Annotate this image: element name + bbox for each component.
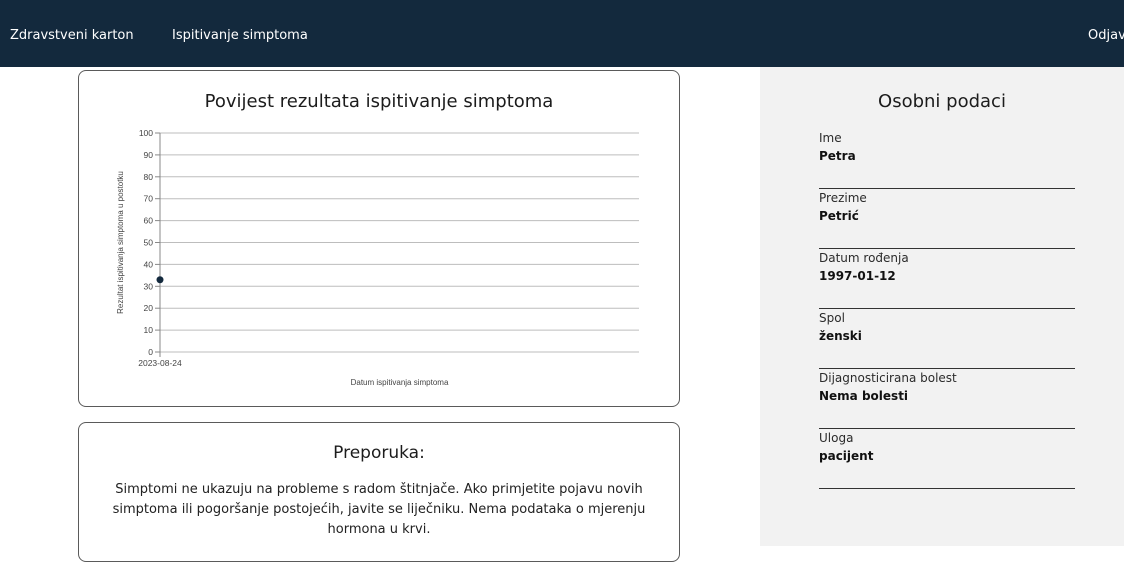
recommendation-title: Preporuka: — [333, 443, 425, 463]
x-tick-label: 2023-08-24 — [138, 358, 182, 368]
field-value: 1997-01-12 — [819, 269, 896, 283]
y-tick-label: 60 — [144, 216, 154, 226]
data-point — [156, 276, 164, 284]
field-label: Datum rođenja — [819, 251, 909, 265]
recommendation-card: Preporuka: Simptomi ne ukazuju na proble… — [78, 422, 680, 562]
chart-card: Povijest rezultata ispitivanje simptoma … — [78, 70, 680, 407]
nav-symptom-test-link[interactable]: Ispitivanje simptoma — [172, 28, 308, 43]
symptom-results-chart: 0 10 20 30 40 50 60 70 80 90 100 2023-08-24 Datum is… — [116, 128, 639, 387]
field-birth-date: Datum rođenja 1997-01-12 — [819, 251, 1075, 309]
y-tick-label: 100 — [139, 128, 153, 138]
field-diagnosed-disease: Dijagnosticirana bolest Nema bolesti — [819, 371, 1075, 429]
field-value: pacijent — [819, 449, 874, 463]
field-sex: Spol ženski — [819, 311, 1075, 369]
y-tick-label: 10 — [144, 325, 154, 335]
personal-info-title: Osobni podaci — [878, 91, 1006, 112]
y-tick-label: 50 — [144, 238, 154, 248]
field-label: Dijagnosticirana bolest — [819, 371, 957, 385]
y-tick-label: 0 — [148, 347, 153, 357]
field-role: Uloga pacijent — [819, 431, 1075, 489]
field-label: Uloga — [819, 431, 854, 445]
field-first-name: Ime Petra — [819, 131, 1075, 189]
field-value: Petrić — [819, 209, 859, 223]
top-navbar: Zdravstveni karton Ispitivanje simptoma … — [0, 0, 1124, 67]
nav-health-record-link[interactable]: Zdravstveni karton — [10, 28, 134, 43]
y-tick-label: 70 — [144, 194, 154, 204]
y-tick-label: 40 — [144, 259, 154, 269]
recommendation-text: Simptomi ne ukazuju na probleme s radom … — [112, 482, 646, 537]
field-value: Nema bolesti — [819, 389, 909, 403]
field-label: Prezime — [819, 191, 867, 205]
main-content: Povijest rezultata ispitivanje simptoma … — [0, 67, 760, 562]
y-tick-label: 30 — [144, 281, 154, 291]
x-axis-title: Datum ispitivanja simptoma — [351, 378, 449, 387]
field-last-name: Prezime Petrić — [819, 191, 1075, 249]
y-tick-label: 80 — [144, 172, 154, 182]
field-value: Petra — [819, 149, 856, 163]
y-tick-label: 90 — [144, 150, 154, 160]
logout-link[interactable]: Odjava — [1088, 28, 1124, 43]
y-axis-title: Rezultat ispitivanja simptoma u postotku — [116, 171, 125, 314]
personal-info-panel: Osobni podaci Ime Petra Prezime Petrić D… — [760, 67, 1124, 546]
field-label: Spol — [819, 311, 845, 325]
field-label: Ime — [819, 131, 842, 145]
y-tick-label: 20 — [144, 303, 154, 313]
field-value: ženski — [819, 329, 862, 343]
